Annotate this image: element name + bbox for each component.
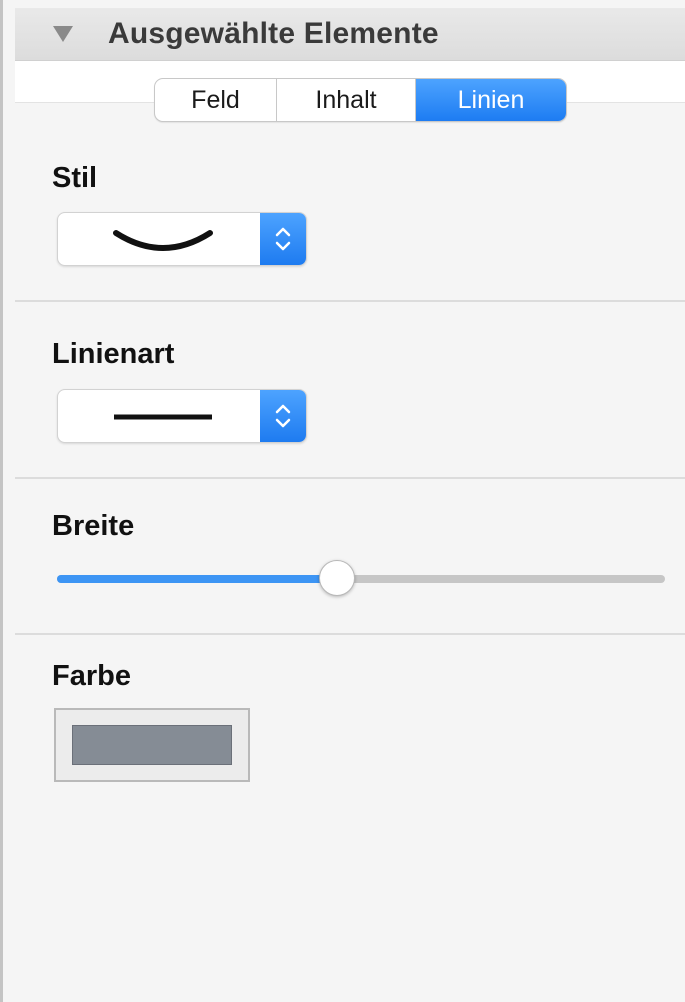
curved-line-icon bbox=[113, 230, 213, 251]
stil-label: Stil bbox=[52, 162, 98, 194]
solid-line-icon bbox=[114, 414, 212, 420]
divider bbox=[15, 633, 685, 635]
section-header[interactable]: Ausgewählte Elemente bbox=[15, 8, 685, 61]
tab-feld[interactable]: Feld bbox=[155, 79, 277, 121]
tab-linien[interactable]: Linien bbox=[416, 79, 566, 121]
linienart-stepper-icon[interactable] bbox=[260, 390, 306, 442]
farbe-color-well[interactable] bbox=[54, 708, 250, 782]
linienart-popup-button[interactable] bbox=[57, 389, 307, 443]
breite-label: Breite bbox=[52, 510, 135, 542]
section-title: Ausgewählte Elemente bbox=[108, 17, 439, 50]
breite-slider-track[interactable] bbox=[57, 575, 665, 583]
tab-inhalt[interactable]: Inhalt bbox=[277, 79, 416, 121]
farbe-color-swatch bbox=[72, 725, 232, 765]
linienart-label: Linienart bbox=[52, 338, 175, 370]
tab-segmented-control: Feld Inhalt Linien bbox=[154, 78, 567, 122]
breite-slider-thumb[interactable] bbox=[318, 560, 355, 596]
triangle-down-icon[interactable] bbox=[48, 19, 78, 49]
divider bbox=[15, 477, 685, 479]
farbe-label: Farbe bbox=[52, 660, 131, 692]
divider bbox=[15, 300, 685, 302]
stil-stepper-icon[interactable] bbox=[260, 213, 306, 265]
breite-slider-fill bbox=[57, 575, 337, 583]
stil-popup-button[interactable] bbox=[57, 212, 307, 266]
inspector-panel: Ausgewählte Elemente Feld Inhalt Linien … bbox=[0, 0, 685, 1002]
